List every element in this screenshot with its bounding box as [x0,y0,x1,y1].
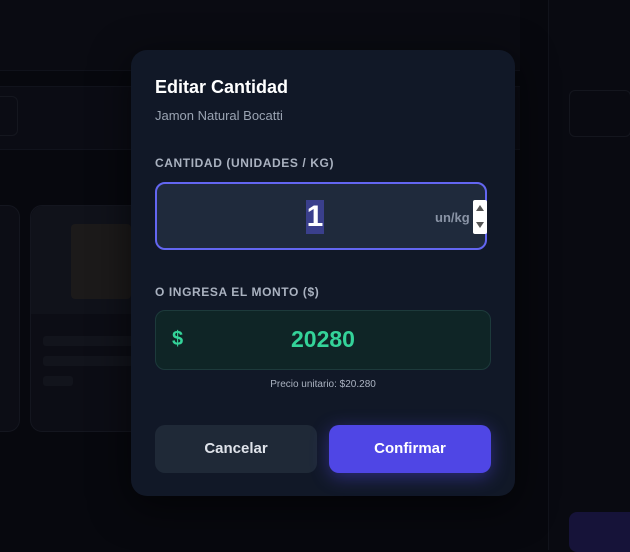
background-chip [0,96,18,136]
quantity-value[interactable]: 1 [306,200,324,234]
quantity-input[interactable]: 1 un/kg [155,182,487,250]
cancel-button[interactable]: Cancelar [155,425,317,473]
quantity-spinner[interactable] [473,200,487,234]
background-text-line [43,376,73,386]
background-cart-item [569,90,630,137]
quantity-unit: un/kg [435,210,470,225]
modal-title: Editar Cantidad [155,77,289,97]
amount-input[interactable]: $ 20280 [155,310,491,370]
product-name: Jamon Natural Bocatti [155,108,283,123]
confirm-button[interactable]: Confirmar [329,425,491,473]
background-cart-sidebar [548,0,630,552]
background-product-card [0,205,20,432]
decrement-button[interactable] [473,217,487,234]
increment-button[interactable] [473,200,487,217]
amount-label: O INGRESA EL MONTO ($) [155,285,320,299]
quantity-label: CANTIDAD (UNIDADES / KG) [155,156,335,170]
chevron-down-icon [476,222,484,228]
amount-value[interactable]: 20280 [156,326,490,353]
edit-quantity-modal: Editar Cantidad Jamon Natural Bocatti CA… [131,50,515,496]
background-checkout-button [569,512,630,552]
background-product-photo [71,224,131,299]
background-text-line [43,356,133,366]
chevron-up-icon [476,205,484,211]
unit-price-text: Precio unitario: $20.280 [270,379,376,390]
